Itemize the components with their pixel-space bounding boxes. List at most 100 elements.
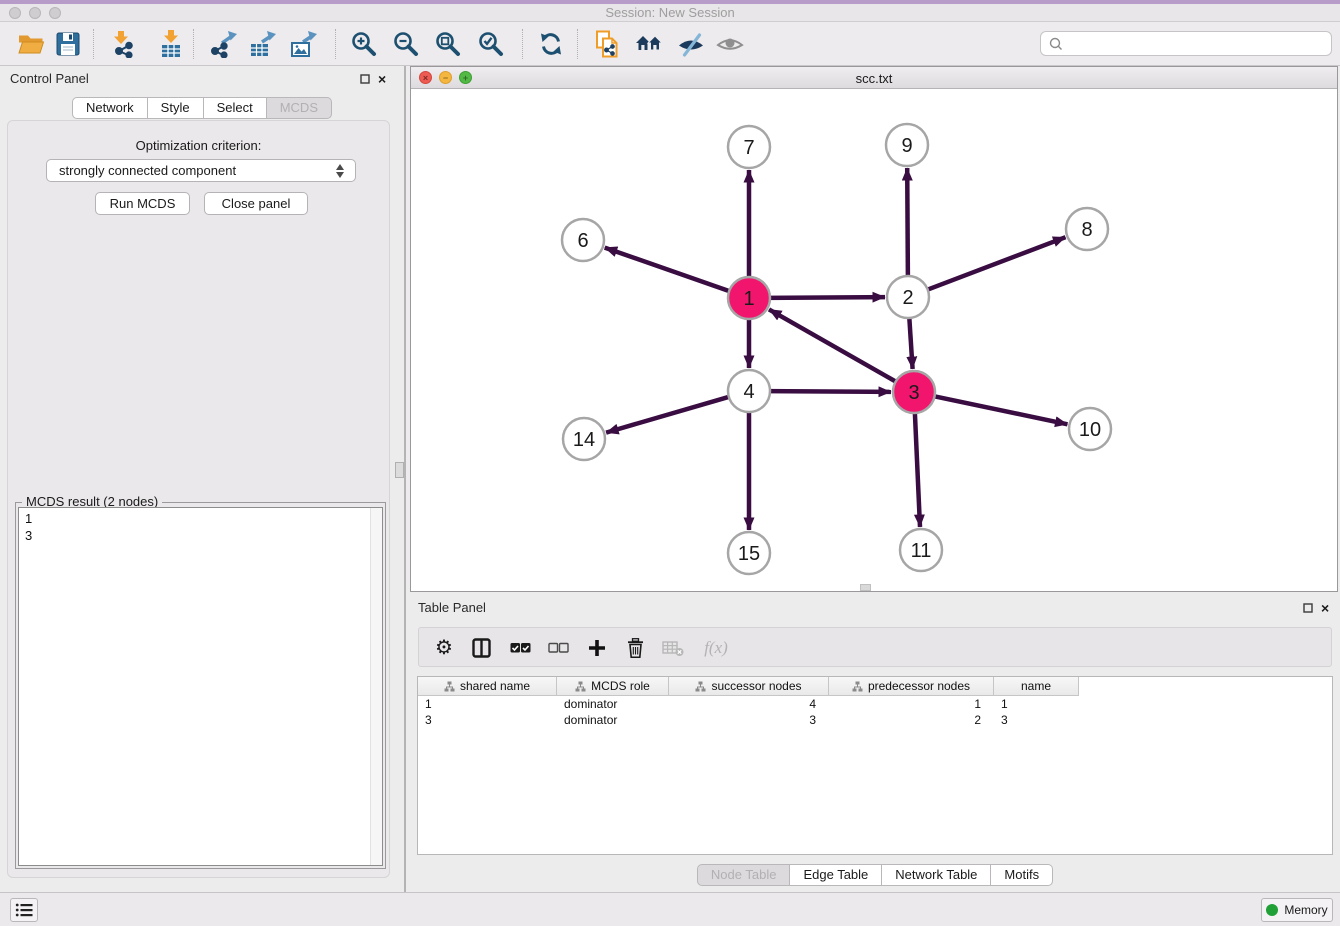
graph-node-15[interactable]: 15	[728, 532, 770, 574]
hierarchy-icon	[575, 681, 586, 692]
search-input[interactable]	[1068, 34, 1331, 54]
column-header-name[interactable]: name	[994, 677, 1079, 696]
zoom-in-button[interactable]	[349, 29, 379, 59]
graph-node-11[interactable]: 11	[900, 529, 942, 571]
edge-1-2[interactable]	[768, 297, 885, 298]
open-file-button[interactable]	[16, 29, 46, 59]
table-cell: 1	[994, 696, 1079, 712]
network-canvas[interactable]: 7 9 6 8 1 2 4 3 14 10 15 11	[411, 89, 1337, 591]
table-cell: 1	[418, 696, 557, 712]
table-tabs: Node TableEdge TableNetwork TableMotifs	[410, 864, 1340, 886]
network-window-titlebar[interactable]: × − + scc.txt	[411, 67, 1337, 89]
table-settings-button[interactable]: ⚙	[432, 636, 456, 660]
criterion-select[interactable]: strongly connected component	[46, 159, 356, 182]
copy-network-button[interactable]	[592, 29, 622, 59]
tab-network-table[interactable]: Network Table	[882, 864, 991, 886]
scrollbar[interactable]	[370, 508, 382, 865]
edge-3-1[interactable]	[769, 309, 898, 382]
close-panel-icon[interactable]: ×	[378, 74, 386, 84]
tab-select[interactable]: Select	[204, 97, 267, 119]
export-image-icon	[289, 30, 317, 58]
save-session-button[interactable]	[53, 29, 83, 59]
deselect-all-button[interactable]	[546, 636, 570, 660]
tab-mcds[interactable]: MCDS	[267, 97, 332, 119]
table-row[interactable]: 1dominator411	[418, 696, 1332, 712]
svg-text:9: 9	[901, 135, 912, 157]
result-line: 1	[25, 510, 376, 527]
svg-text:14: 14	[573, 429, 595, 451]
window-resize-handle[interactable]	[860, 584, 871, 591]
memory-button[interactable]: Memory	[1261, 898, 1333, 922]
splitter-handle[interactable]	[395, 462, 404, 478]
show-button[interactable]	[715, 29, 745, 59]
float-panel-icon[interactable]	[360, 74, 370, 84]
tab-motifs[interactable]: Motifs	[991, 864, 1053, 886]
import-table-button[interactable]	[156, 29, 186, 59]
graph-node-8[interactable]: 8	[1066, 208, 1108, 250]
homes-button[interactable]	[634, 29, 664, 59]
graph-node-2[interactable]: 2	[887, 276, 929, 318]
refresh-button[interactable]	[536, 29, 566, 59]
edge-4-3[interactable]	[768, 391, 891, 392]
delete-column-button[interactable]	[623, 636, 647, 660]
tab-node-table[interactable]: Node Table	[697, 864, 791, 886]
graph-node-7[interactable]: 7	[728, 126, 770, 168]
mcds-result-list[interactable]: 13	[18, 507, 383, 866]
graph-node-6[interactable]: 6	[562, 219, 604, 261]
select-all-button[interactable]	[508, 636, 532, 660]
tab-network[interactable]: Network	[72, 97, 148, 119]
edge-3-11[interactable]	[915, 411, 920, 527]
export-network-button[interactable]	[208, 29, 238, 59]
export-image-button[interactable]	[288, 29, 318, 59]
graph-node-4[interactable]: 4	[728, 370, 770, 412]
svg-text:10: 10	[1079, 419, 1101, 441]
search-box[interactable]	[1040, 31, 1332, 56]
column-header-shared-name[interactable]: shared name	[418, 677, 557, 696]
graph-node-1[interactable]: 1	[728, 277, 770, 319]
columns-icon	[472, 638, 491, 658]
mcds-result-group: MCDS result (2 nodes) 13	[15, 502, 386, 869]
tab-style[interactable]: Style	[148, 97, 204, 119]
table-cell: 3	[669, 712, 829, 728]
toolbar-separator	[522, 29, 523, 59]
edge-1-6[interactable]	[605, 248, 731, 292]
table-row[interactable]: 3dominator323	[418, 712, 1332, 728]
save-icon	[54, 30, 82, 58]
open-folder-icon	[17, 30, 45, 58]
graph-node-9[interactable]: 9	[886, 124, 928, 166]
close-table-panel-icon[interactable]: ×	[1321, 603, 1329, 613]
edge-2-3[interactable]	[909, 316, 912, 369]
log-console-button[interactable]	[10, 898, 38, 922]
edge-4-14[interactable]	[606, 396, 731, 432]
title-bar: Session: New Session	[0, 0, 1340, 22]
column-header-MCDS-role[interactable]: MCDS role	[557, 677, 669, 696]
column-header-predecessor-nodes[interactable]: predecessor nodes	[829, 677, 994, 696]
split-columns-button[interactable]	[469, 636, 493, 660]
import-network-button[interactable]	[109, 29, 139, 59]
run-mcds-button[interactable]: Run MCDS	[95, 192, 190, 215]
column-label: successor nodes	[711, 679, 801, 693]
table-cell: 3	[418, 712, 557, 728]
graph-node-10[interactable]: 10	[1069, 408, 1111, 450]
zoom-fit-button[interactable]	[433, 29, 463, 59]
control-panel-tabs: NetworkStyleSelectMCDS	[0, 97, 404, 119]
column-header-successor-nodes[interactable]: successor nodes	[669, 677, 829, 696]
add-column-button[interactable]	[585, 636, 609, 660]
import-table-icon	[157, 30, 185, 58]
export-table-button[interactable]	[247, 29, 277, 59]
column-label: name	[1021, 679, 1051, 693]
zoom-out-button[interactable]	[391, 29, 421, 59]
panel-splitter[interactable]	[404, 66, 406, 892]
float-table-panel-icon[interactable]	[1303, 603, 1313, 613]
edge-2-8[interactable]	[926, 237, 1066, 290]
graph-node-14[interactable]: 14	[563, 418, 605, 460]
hide-button[interactable]	[676, 29, 706, 59]
graph-node-3[interactable]: 3	[893, 371, 935, 413]
close-panel-button[interactable]: Close panel	[204, 192, 308, 215]
table-cell: 3	[994, 712, 1079, 728]
edge-3-10[interactable]	[933, 396, 1068, 424]
tab-edge-table[interactable]: Edge Table	[790, 864, 882, 886]
zoom-selected-button[interactable]	[476, 29, 506, 59]
toolbar-separator	[193, 29, 194, 59]
edge-2-9[interactable]	[907, 168, 908, 278]
